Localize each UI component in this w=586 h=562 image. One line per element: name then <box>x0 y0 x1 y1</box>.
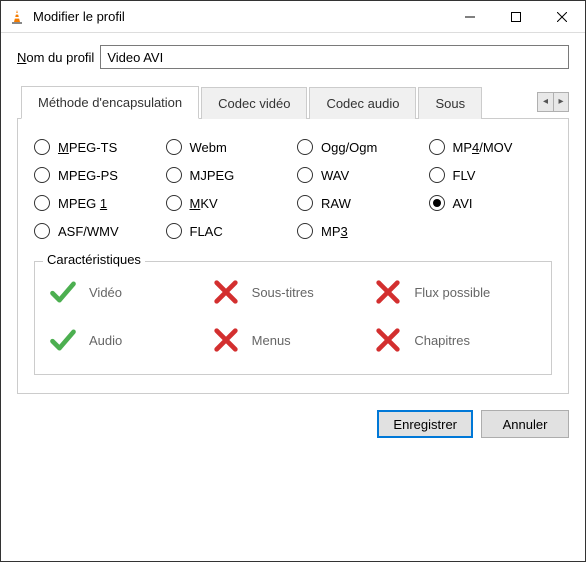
encapsulation-panel: MPEG-TS Webm Ogg/Ogm MP4/MOV MPEG-PS MJP… <box>17 119 569 394</box>
radio-mpeg-ts[interactable]: MPEG-TS <box>34 139 158 155</box>
cancel-button[interactable]: Annuler <box>481 410 569 438</box>
profile-name-input[interactable] <box>100 45 569 69</box>
window-controls <box>447 1 585 32</box>
radio-webm[interactable]: Webm <box>166 139 290 155</box>
radio-ogg[interactable]: Ogg/Ogm <box>297 139 421 155</box>
radio-mjpeg[interactable]: MJPEG <box>166 167 290 183</box>
tab-subtitles[interactable]: Sous <box>418 87 482 119</box>
tab-strip: Méthode d'encapsulation Codec vidéo Code… <box>17 85 569 119</box>
radio-mp4-mov[interactable]: MP4/MOV <box>429 139 553 155</box>
save-button[interactable]: Enregistrer <box>377 410 473 438</box>
cross-icon <box>374 326 402 354</box>
feature-chapters: Chapitres <box>374 326 537 354</box>
check-icon <box>49 326 77 354</box>
profile-name-row: Nom du profil <box>17 45 569 69</box>
dialog-buttons: Enregistrer Annuler <box>17 410 569 438</box>
tab-video-codec[interactable]: Codec vidéo <box>201 87 307 119</box>
minimize-button[interactable] <box>447 1 493 32</box>
close-button[interactable] <box>539 1 585 32</box>
feature-menus: Menus <box>212 326 375 354</box>
check-icon <box>49 278 77 306</box>
feature-streamable: Flux possible <box>374 278 537 306</box>
radio-flv[interactable]: FLV <box>429 167 553 183</box>
radio-mp3[interactable]: MP3 <box>297 223 421 239</box>
format-radio-group: MPEG-TS Webm Ogg/Ogm MP4/MOV MPEG-PS MJP… <box>34 139 552 239</box>
radio-avi[interactable]: AVI <box>429 195 553 211</box>
radio-flac[interactable]: FLAC <box>166 223 290 239</box>
features-groupbox: Caractéristiques Vidéo Sous-titres Flux … <box>34 261 552 375</box>
tab-audio-codec[interactable]: Codec audio <box>309 87 416 119</box>
tab-scroll-right-icon[interactable]: ▸ <box>553 92 569 112</box>
titlebar: Modifier le profil <box>1 1 585 33</box>
radio-asf-wmv[interactable]: ASF/WMV <box>34 223 158 239</box>
maximize-button[interactable] <box>493 1 539 32</box>
tab-encapsulation[interactable]: Méthode d'encapsulation <box>21 86 199 119</box>
cross-icon <box>374 278 402 306</box>
window-title: Modifier le profil <box>33 9 447 24</box>
radio-mpeg-1[interactable]: MPEG 1 <box>34 195 158 211</box>
cross-icon <box>212 278 240 306</box>
vlc-cone-icon <box>9 9 25 25</box>
cross-icon <box>212 326 240 354</box>
radio-raw[interactable]: RAW <box>297 195 421 211</box>
radio-mpeg-ps[interactable]: MPEG-PS <box>34 167 158 183</box>
features-legend: Caractéristiques <box>43 252 145 267</box>
feature-video: Vidéo <box>49 278 212 306</box>
profile-name-label: Nom du profil <box>17 50 94 65</box>
tab-scroll-left-icon[interactable]: ◂ <box>537 92 553 112</box>
feature-subtitles: Sous-titres <box>212 278 375 306</box>
radio-mkv[interactable]: MKV <box>166 195 290 211</box>
radio-wav[interactable]: WAV <box>297 167 421 183</box>
feature-audio: Audio <box>49 326 212 354</box>
